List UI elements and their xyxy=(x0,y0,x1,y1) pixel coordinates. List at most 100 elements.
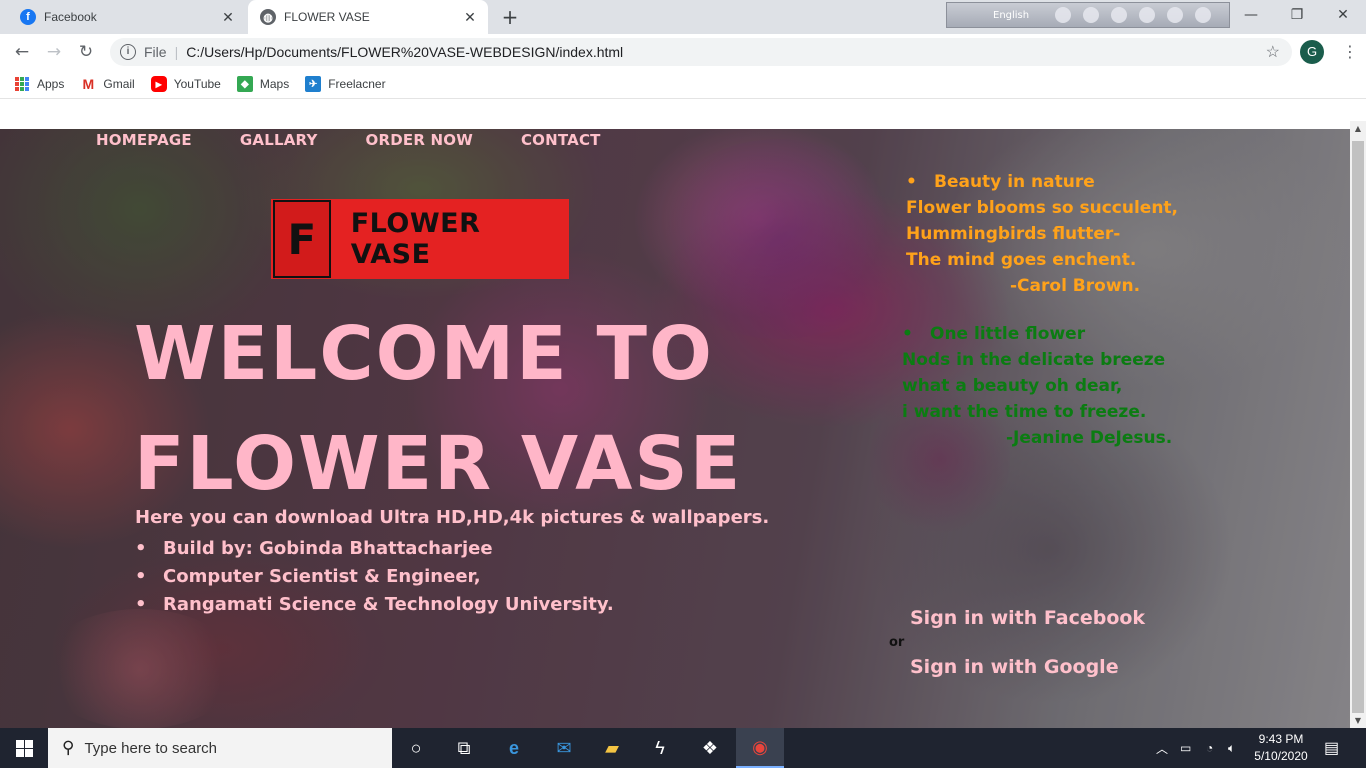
tab-facebook[interactable]: f Facebook ✕ xyxy=(8,0,246,34)
back-arrow-icon[interactable]: ← xyxy=(10,40,34,64)
profile-avatar[interactable]: G xyxy=(1300,40,1324,64)
pen-icon[interactable] xyxy=(1083,7,1100,23)
info-icon[interactable]: i xyxy=(120,44,136,60)
poem-line: i want the time to freeze. xyxy=(902,402,1147,422)
mail-icon[interactable]: ✉ xyxy=(540,728,588,768)
poem-beauty-in-nature: Beauty in nature Flower blooms so succul… xyxy=(906,169,1178,299)
bookmark-label: Maps xyxy=(259,77,290,91)
taskbar-search[interactable]: ⚲ Type here to search xyxy=(48,728,392,768)
browser-toolbar: ← → ↻ i File | C:/Users/Hp/Documents/FLO… xyxy=(0,34,1366,70)
bookmark-star-icon[interactable]: ☆ xyxy=(1266,42,1280,62)
forward-arrow-icon[interactable]: → xyxy=(42,40,66,64)
site-description: Here you can download Ultra HD,HD,4k pic… xyxy=(135,507,770,528)
settings-icon[interactable] xyxy=(1111,7,1128,23)
flower-petal-shape xyxy=(40,609,240,728)
keyboard-icon[interactable] xyxy=(1055,7,1072,23)
nav-homepage[interactable]: HOMEPAGE xyxy=(96,131,192,149)
notifications-icon[interactable]: ▤ xyxy=(1324,728,1339,768)
nav-order-now[interactable]: ORDER NOW xyxy=(366,131,473,149)
sublime-icon[interactable]: ϟ xyxy=(636,728,684,768)
site-nav: HOMEPAGE GALLARY ORDER NOW CONTACT xyxy=(96,131,649,149)
poem-title: Beauty in nature xyxy=(906,169,1178,195)
windows-logo-icon xyxy=(15,739,33,757)
nav-gallary[interactable]: GALLARY xyxy=(240,131,318,149)
credit-item: Build by: Gobinda Bhattacharjee xyxy=(135,535,614,563)
bookmark-youtube[interactable]: ▶ YouTube xyxy=(150,76,221,92)
maps-icon: ◆ xyxy=(236,76,253,92)
reload-icon[interactable]: ↻ xyxy=(74,40,98,64)
ie-icon[interactable] xyxy=(1139,7,1156,23)
bookmark-freelancer[interactable]: ✈ Freelacner xyxy=(305,76,386,92)
wifi-icon[interactable]: ◔ xyxy=(1206,728,1213,768)
close-window-button[interactable]: ✕ xyxy=(1320,0,1366,30)
tab-strip: f Facebook ✕ ◍ FLOWER VASE ✕ + English —… xyxy=(0,0,1366,34)
clock-date: 5/10/2020 xyxy=(1254,749,1308,763)
battery-icon[interactable]: ▭ xyxy=(1180,728,1191,768)
welcome-line-2: FLOWER VASE xyxy=(134,421,743,507)
chrome-icon[interactable]: ◉ xyxy=(736,728,784,768)
tab-flower-vase[interactable]: ◍ FLOWER VASE ✕ xyxy=(248,0,488,34)
edge-icon[interactable]: e xyxy=(490,728,538,768)
minimize-button[interactable]: — xyxy=(1228,0,1274,30)
poem-author: -Carol Brown. xyxy=(1010,276,1141,296)
language-bar: English xyxy=(946,2,1230,28)
volume-icon[interactable]: 🔈︎ xyxy=(1228,728,1235,768)
help-icon[interactable] xyxy=(1167,7,1184,23)
search-icon: ⚲ xyxy=(62,738,75,757)
welcome-heading: WELCOME TO FLOWER VASE xyxy=(134,299,854,519)
tray-chevron-icon[interactable]: ︿ xyxy=(1156,728,1168,768)
clock-time: 9:43 PM xyxy=(1258,732,1304,746)
gmail-icon: M xyxy=(80,76,97,92)
sign-in-google-link[interactable]: Sign in with Google xyxy=(910,656,1119,678)
scroll-down-arrow-icon[interactable]: ▼ xyxy=(1350,713,1366,728)
info-icon[interactable] xyxy=(1195,7,1212,23)
task-view-icon[interactable]: ⧉ xyxy=(440,728,488,768)
globe-icon: ◍ xyxy=(260,9,276,25)
kebab-menu-icon[interactable]: ⋮ xyxy=(1340,40,1360,64)
address-bar[interactable]: i File | C:/Users/Hp/Documents/FLOWER%20… xyxy=(110,38,1292,66)
page-scrollbar[interactable]: ▲ ▼ xyxy=(1350,121,1366,728)
search-placeholder: Type here to search xyxy=(84,739,218,757)
facebook-icon: f xyxy=(20,9,36,25)
welcome-line-1: WELCOME TO xyxy=(134,311,714,397)
taskbar-clock[interactable]: 9:43 PM 5/10/2020 xyxy=(1244,731,1318,765)
close-tab-icon[interactable]: ✕ xyxy=(460,9,480,26)
url-text[interactable]: C:/Users/Hp/Documents/FLOWER%20VASE-WEBD… xyxy=(186,44,1265,60)
poem-one-little-flower: One little flower Nods in the delicate b… xyxy=(902,321,1172,451)
divider: | xyxy=(174,44,179,60)
poem-line: Nods in the delicate breeze xyxy=(902,350,1166,370)
or-separator: or xyxy=(889,635,905,650)
maximize-button[interactable]: ❐ xyxy=(1274,0,1320,30)
bookmark-label: YouTube xyxy=(173,77,221,91)
youtube-icon: ▶ xyxy=(150,76,167,92)
close-tab-icon[interactable]: ✕ xyxy=(218,9,238,26)
poem-line: what a beauty oh dear, xyxy=(902,376,1123,396)
start-button[interactable] xyxy=(0,728,48,768)
language-label[interactable]: English xyxy=(993,10,1029,21)
dropbox-icon[interactable]: ❖ xyxy=(686,728,734,768)
freelancer-icon: ✈ xyxy=(305,76,322,92)
windows-taskbar: ⚲ Type here to search ○ ⧉ e ✉ ▰ ϟ ❖ ◉ ︿ … xyxy=(0,728,1366,768)
scheme-label: File xyxy=(144,44,167,60)
flower-vase-page: HOMEPAGE GALLARY ORDER NOW CONTACT F FLO… xyxy=(0,129,1350,728)
bookmark-gmail[interactable]: M Gmail xyxy=(80,76,135,92)
tab-title: FLOWER VASE xyxy=(284,10,370,24)
scrollbar-thumb[interactable] xyxy=(1352,141,1364,713)
scroll-up-arrow-icon[interactable]: ▲ xyxy=(1350,121,1366,137)
logo-letter: F xyxy=(273,200,331,278)
bookmark-maps[interactable]: ◆ Maps xyxy=(236,76,290,92)
file-explorer-icon[interactable]: ▰ xyxy=(588,728,636,768)
apps-grid-icon xyxy=(14,76,30,92)
poem-author: -Jeanine DeJesus. xyxy=(1006,428,1173,448)
credit-item: Rangamati Science & Technology Universit… xyxy=(135,591,614,619)
poem-title: One little flower xyxy=(902,321,1172,347)
nav-contact[interactable]: CONTACT xyxy=(521,131,601,149)
bookmark-apps[interactable]: Apps xyxy=(14,76,64,92)
bookmark-label: Freelacner xyxy=(328,77,386,91)
new-tab-button[interactable]: + xyxy=(498,5,522,29)
cortana-icon[interactable]: ○ xyxy=(392,728,440,768)
bookmarks-bar: Apps M Gmail ▶ YouTube ◆ Maps ✈ Freelacn… xyxy=(0,70,1366,98)
credit-item: Computer Scientist & Engineer, xyxy=(135,563,614,591)
bookmark-label: Gmail xyxy=(103,77,135,91)
sign-in-facebook-link[interactable]: Sign in with Facebook xyxy=(910,607,1145,629)
